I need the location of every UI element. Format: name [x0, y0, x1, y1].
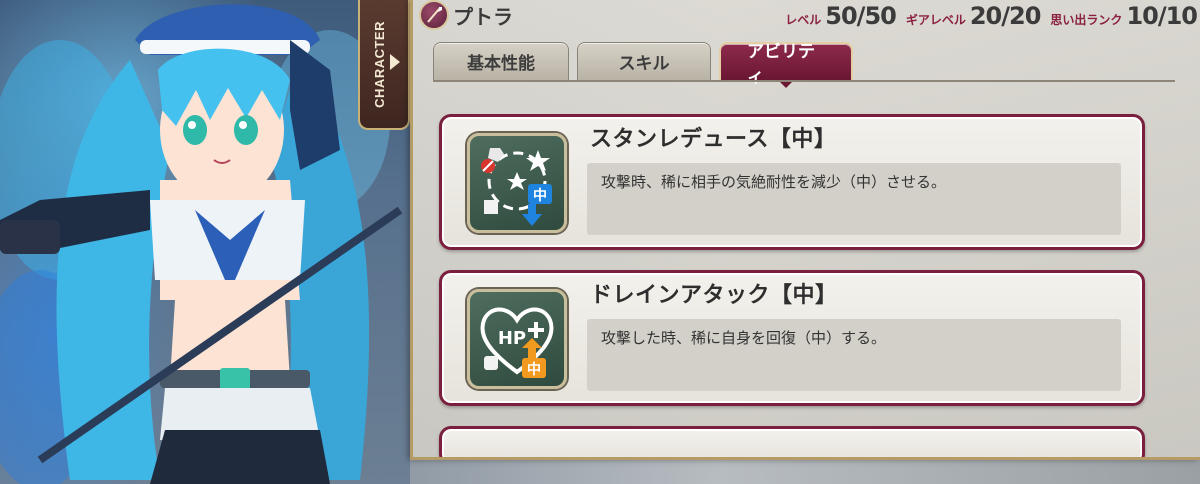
ability-2-description: 攻撃した時、稀に自身を回復（中）する。: [601, 329, 887, 347]
tab-basic-performance[interactable]: 基本性能: [433, 42, 569, 80]
memory-rank-label: 思い出ランク: [1050, 13, 1123, 27]
ability-card-drain-attack[interactable]: HP 中 ドレインアタック【中】 攻撃した時、稀に自身を回復（中）する。: [439, 270, 1145, 406]
ability-2-description-box: 攻撃した時、稀に自身を回復（中）する。: [587, 319, 1121, 391]
character-artwork: [0, 0, 410, 484]
gear-level-label: ギアレベル: [905, 13, 966, 27]
level-stat: レベル 50/50: [785, 2, 897, 30]
panel-header: プトラ レベル 50/50 ギアレベル 20/20 思い出ランク 10/10: [413, 0, 1200, 34]
ability-1-badge: 中: [533, 187, 547, 204]
ability-2-badge: 中: [527, 361, 541, 378]
spear-icon: [419, 0, 449, 30]
stun-reduce-icon: 中: [467, 133, 567, 233]
ability-card-stun-reduce[interactable]: 中 スタンレデュース【中】 攻撃時、稀に相手の気絶耐性を減少（中）させる。: [439, 114, 1145, 250]
level-value: 50/50: [825, 2, 897, 30]
tab-divider: [433, 80, 1175, 82]
memory-rank-stat: 思い出ランク 10/10: [1050, 2, 1198, 30]
ability-1-title: スタンレデュース【中】: [590, 127, 837, 152]
memory-rank-value: 10/10: [1126, 2, 1198, 30]
ability-2-title: ドレインアタック【中】: [590, 283, 838, 308]
gear-level-value: 20/20: [969, 2, 1042, 30]
ability-2-heart-text: HP: [498, 328, 526, 349]
character-name: プトラ: [453, 5, 513, 29]
triangle-right-icon: [390, 54, 400, 70]
ability-list[interactable]: 中 スタンレデュース【中】 攻撃時、稀に相手の気絶耐性を減少（中）させる。 HP: [439, 114, 1149, 457]
character-tab-label: CHARACTER: [371, 20, 387, 108]
tab-bar: 基本性能 スキル アビリティ: [433, 42, 853, 88]
stats-bar: レベル 50/50 ギアレベル 20/20 思い出ランク 10/10: [785, 2, 1198, 30]
character-info-panel: プトラ レベル 50/50 ギアレベル 20/20 思い出ランク 10/10 基…: [410, 0, 1200, 460]
ability-1-description: 攻撃時、稀に相手の気絶耐性を減少（中）させる。: [601, 173, 947, 191]
character-tab[interactable]: CHARACTER: [358, 0, 410, 130]
ability-1-description-box: 攻撃時、稀に相手の気絶耐性を減少（中）させる。: [587, 163, 1121, 235]
tab-skill[interactable]: スキル: [577, 42, 711, 80]
character-illustration: [0, 4, 403, 484]
gear-level-stat: ギアレベル 20/20: [905, 2, 1042, 30]
hp-drain-icon: HP 中: [467, 289, 567, 389]
tab-ability[interactable]: アビリティ: [719, 42, 853, 88]
level-label: レベル: [785, 13, 822, 27]
ability-card-partial[interactable]: [439, 426, 1145, 457]
